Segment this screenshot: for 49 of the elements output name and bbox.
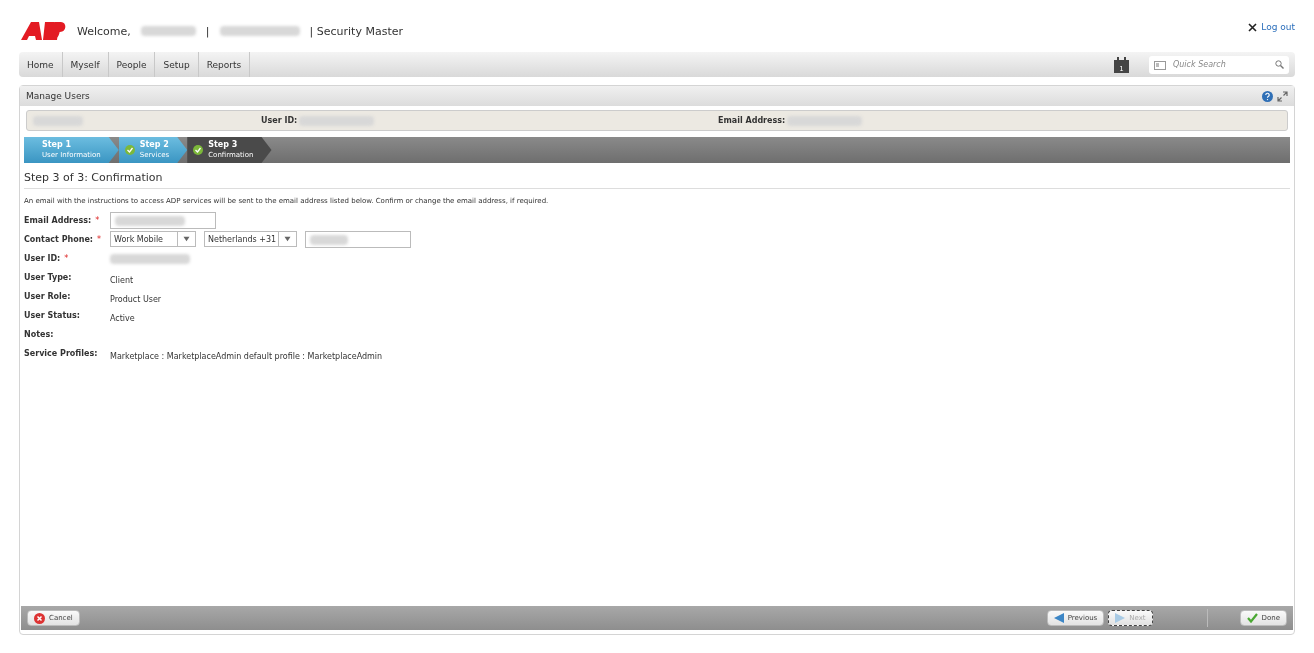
field-value: Client [110,276,134,285]
field-label: Contact Phone: * [24,235,102,244]
field-label: User Type: [24,273,73,282]
logout-link[interactable]: Log out [1248,22,1295,32]
field-label: User Role: [24,292,72,301]
search-field[interactable]: Quick Search [1149,55,1289,74]
email-field[interactable] [110,212,216,229]
redacted-text [310,234,348,245]
check-icon [1246,613,1258,623]
expand-icon[interactable] [1277,90,1288,102]
nav-item[interactable]: People [108,52,156,77]
info-label: User ID: [261,116,298,125]
field-label: Email Address: * [24,216,101,225]
redacted-text [140,26,196,36]
field-label: User Status: [24,311,81,320]
field-value: Marketplace : MarketplaceAdmin default profile : MarketplaceAdmin [110,352,383,361]
card-icon [1154,59,1166,70]
nav-item[interactable]: Reports [198,52,251,77]
info-label: Email Address: [718,116,786,125]
search-icon [1275,60,1284,69]
field-label: Notes: [24,330,55,339]
nav-item[interactable]: Home [19,52,63,77]
role-text: | Security Master [309,24,403,38]
panel-title: Manage Users [26,91,91,101]
phone-number-field[interactable] [305,231,411,248]
required-mark: * [64,254,69,263]
close-icon [1248,22,1258,32]
phone-type-dropdown[interactable]: Work Mobile [110,231,196,247]
field-value: Product User [110,295,162,304]
left-arrow-icon [1053,613,1064,623]
field-label: User ID: * [24,254,70,263]
step-heading: Step 3 of 3: Confirmation [24,171,1290,189]
required-mark: * [95,216,100,225]
step-number: Step 3 [208,139,239,150]
separator-text: | [205,24,210,38]
right-arrow-icon [1115,613,1126,623]
step-number: Step 2 [139,139,170,150]
required-mark: * [97,235,101,244]
nav-item[interactable]: Setup [155,52,199,77]
country-code-dropdown[interactable]: Netherlands +31 [204,231,297,247]
field-label: Service Profiles: [24,349,99,358]
step-number: Step 1 [42,139,73,150]
field-value: Active [110,314,135,323]
nav-item[interactable]: Myself [62,52,109,77]
logo-drawing [19,20,67,42]
cancel-icon [34,612,45,624]
help-icon[interactable] [1262,90,1273,102]
redacted-text [115,215,185,226]
welcome-text: Welcome, [77,24,131,38]
